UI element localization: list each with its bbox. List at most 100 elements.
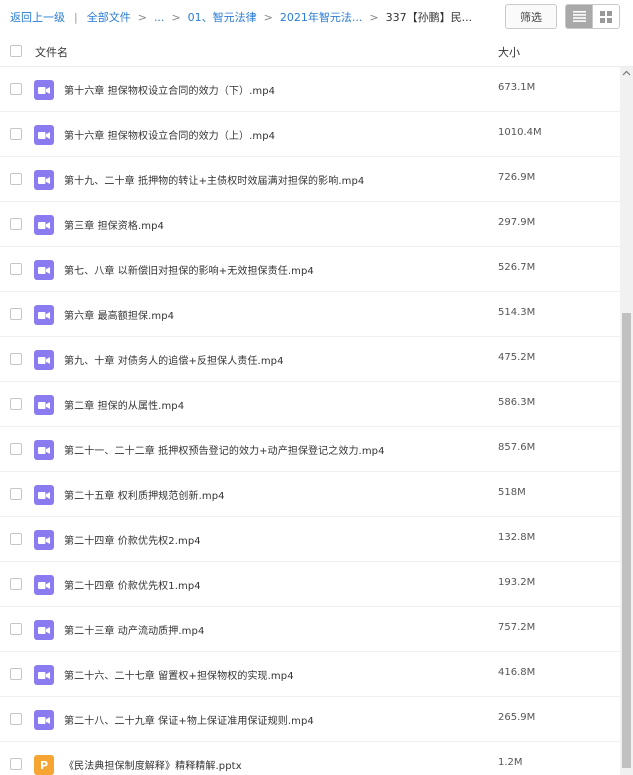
file-size: 726.9M xyxy=(498,172,536,183)
file-checkbox[interactable] xyxy=(10,713,22,725)
breadcrumb-arrow-icon: > xyxy=(263,10,273,24)
file-checkbox[interactable] xyxy=(10,263,22,275)
file-row[interactable]: 第二十五章 权利质押规范创新.mp4 518M xyxy=(0,472,620,517)
file-name[interactable]: 第三章 担保资格.mp4 xyxy=(64,217,164,232)
breadcrumb-level-1[interactable]: 01、智元法律 xyxy=(188,9,257,25)
file-row[interactable]: 第十六章 担保物权设立合同的效力（上）.mp4 1010.4M xyxy=(0,112,620,157)
file-name[interactable]: 第六章 最高额担保.mp4 xyxy=(64,307,174,322)
list-view-icon xyxy=(572,11,586,22)
file-name[interactable]: 第二十一、二十二章 抵押权预告登记的效力+动产担保登记之效力.mp4 xyxy=(64,442,385,457)
file-size: 1.2M xyxy=(498,757,523,768)
file-checkbox[interactable] xyxy=(10,488,22,500)
file-size: 1010.4M xyxy=(498,127,542,138)
file-size: 586.3M xyxy=(498,397,536,408)
file-size: 475.2M xyxy=(498,352,536,363)
video-file-icon xyxy=(34,620,54,640)
file-checkbox[interactable] xyxy=(10,353,22,365)
file-checkbox[interactable] xyxy=(10,758,22,770)
select-all-checkbox[interactable] xyxy=(10,45,22,57)
scrollbar[interactable] xyxy=(620,67,633,775)
breadcrumb-current: 337【孙鹏】民... xyxy=(385,11,473,24)
file-row[interactable]: 第九、十章 对债务人的追偿+反担保人责任.mp4 475.2M xyxy=(0,337,620,382)
breadcrumb-arrow-icon: > xyxy=(137,10,147,24)
filter-button[interactable]: 筛选 xyxy=(505,4,557,29)
video-file-icon xyxy=(34,170,54,190)
file-name[interactable]: 第二十八、二十九章 保证+物上保证准用保证规则.mp4 xyxy=(64,712,314,727)
file-size: 265.9M xyxy=(498,712,536,723)
file-row[interactable]: 第十九、二十章 抵押物的转让+主债权时效届满对担保的影响.mp4 726.9M xyxy=(0,157,620,202)
breadcrumb-arrow-icon: > xyxy=(369,10,379,24)
top-bar: 返回上一级 | 全部文件 > ... > 01、智元法律 > 2021年智元法.… xyxy=(0,0,633,36)
file-name[interactable]: 第二十五章 权利质押规范创新.mp4 xyxy=(64,487,225,502)
scroll-up-arrow-icon[interactable] xyxy=(622,69,631,78)
file-size: 518M xyxy=(498,487,526,498)
list-header: 文件名 大小 xyxy=(0,36,633,67)
file-size: 857.6M xyxy=(498,442,536,453)
file-size: 297.9M xyxy=(498,217,536,228)
file-row[interactable]: 第二章 担保的从属性.mp4 586.3M xyxy=(0,382,620,427)
file-checkbox[interactable] xyxy=(10,218,22,230)
file-row[interactable]: 第二十六、二十七章 留置权+担保物权的实现.mp4 416.8M xyxy=(0,652,620,697)
file-row[interactable]: 第十六章 担保物权设立合同的效力（下）.mp4 673.1M xyxy=(0,67,620,112)
file-checkbox[interactable] xyxy=(10,668,22,680)
breadcrumb-arrow-icon: > xyxy=(171,10,181,24)
file-checkbox[interactable] xyxy=(10,398,22,410)
file-row[interactable]: 第二十八、二十九章 保证+物上保证准用保证规则.mp4 265.9M xyxy=(0,697,620,742)
file-row[interactable]: 第二十一、二十二章 抵押权预告登记的效力+动产担保登记之效力.mp4 857.6M xyxy=(0,427,620,472)
file-size: 514.3M xyxy=(498,307,536,318)
video-file-icon xyxy=(34,125,54,145)
file-row[interactable]: 第二十三章 动产流动质押.mp4 757.2M xyxy=(0,607,620,652)
file-name[interactable]: 第二十四章 价款优先权2.mp4 xyxy=(64,532,201,547)
file-name[interactable]: 第十六章 担保物权设立合同的效力（上）.mp4 xyxy=(64,127,275,142)
video-file-icon xyxy=(34,530,54,550)
ppt-file-icon: P xyxy=(34,755,54,775)
file-row[interactable]: 第三章 担保资格.mp4 297.9M xyxy=(0,202,620,247)
list-view-button[interactable] xyxy=(566,5,593,28)
file-row[interactable]: 第二十四章 价款优先权2.mp4 132.8M xyxy=(0,517,620,562)
file-row[interactable]: 第七、八章 以新偿旧对担保的影响+无效担保责任.mp4 526.7M xyxy=(0,247,620,292)
name-column-header[interactable]: 文件名 xyxy=(35,44,68,60)
breadcrumb-separator: | xyxy=(74,10,78,24)
video-file-icon xyxy=(34,215,54,235)
breadcrumb-level-2[interactable]: 2021年智元法... xyxy=(280,9,362,25)
file-name[interactable]: 第二十六、二十七章 留置权+担保物权的实现.mp4 xyxy=(64,667,294,682)
file-name[interactable]: 第十九、二十章 抵押物的转让+主债权时效届满对担保的影响.mp4 xyxy=(64,172,364,187)
file-name[interactable]: 第七、八章 以新偿旧对担保的影响+无效担保责任.mp4 xyxy=(64,262,314,277)
video-file-icon xyxy=(34,260,54,280)
video-file-icon xyxy=(34,440,54,460)
file-checkbox[interactable] xyxy=(10,128,22,140)
file-size: 132.8M xyxy=(498,532,536,543)
file-name[interactable]: 《民法典担保制度解释》精释精解.pptx xyxy=(64,757,242,772)
file-name[interactable]: 第九、十章 对债务人的追偿+反担保人责任.mp4 xyxy=(64,352,284,367)
file-checkbox[interactable] xyxy=(10,533,22,545)
file-checkbox[interactable] xyxy=(10,443,22,455)
file-checkbox[interactable] xyxy=(10,623,22,635)
scrollbar-thumb[interactable] xyxy=(622,313,631,768)
video-file-icon xyxy=(34,305,54,325)
breadcrumb-ellipsis[interactable]: ... xyxy=(154,11,165,24)
breadcrumb-all-files[interactable]: 全部文件 xyxy=(87,9,131,25)
file-row[interactable]: 第六章 最高额担保.mp4 514.3M xyxy=(0,292,620,337)
file-name[interactable]: 第二十四章 价款优先权1.mp4 xyxy=(64,577,201,592)
breadcrumb: 返回上一级 | 全部文件 > ... > 01、智元法律 > 2021年智元法.… xyxy=(10,9,472,25)
back-link[interactable]: 返回上一级 xyxy=(10,9,65,25)
file-checkbox[interactable] xyxy=(10,173,22,185)
file-checkbox[interactable] xyxy=(10,578,22,590)
video-file-icon xyxy=(34,575,54,595)
file-name[interactable]: 第二十三章 动产流动质押.mp4 xyxy=(64,622,204,637)
video-file-icon xyxy=(34,80,54,100)
file-size: 673.1M xyxy=(498,82,536,93)
video-file-icon xyxy=(34,710,54,730)
size-column-header[interactable]: 大小 xyxy=(498,44,520,60)
file-name[interactable]: 第二章 担保的从属性.mp4 xyxy=(64,397,184,412)
file-checkbox[interactable] xyxy=(10,308,22,320)
file-row[interactable]: 第二十四章 价款优先权1.mp4 193.2M xyxy=(0,562,620,607)
grid-view-icon xyxy=(600,10,613,23)
video-file-icon xyxy=(34,485,54,505)
file-name[interactable]: 第十六章 担保物权设立合同的效力（下）.mp4 xyxy=(64,82,275,97)
view-toggle xyxy=(565,4,620,29)
grid-view-button[interactable] xyxy=(592,5,619,28)
file-checkbox[interactable] xyxy=(10,83,22,95)
video-file-icon xyxy=(34,350,54,370)
file-row[interactable]: P 《民法典担保制度解释》精释精解.pptx 1.2M xyxy=(0,742,620,775)
